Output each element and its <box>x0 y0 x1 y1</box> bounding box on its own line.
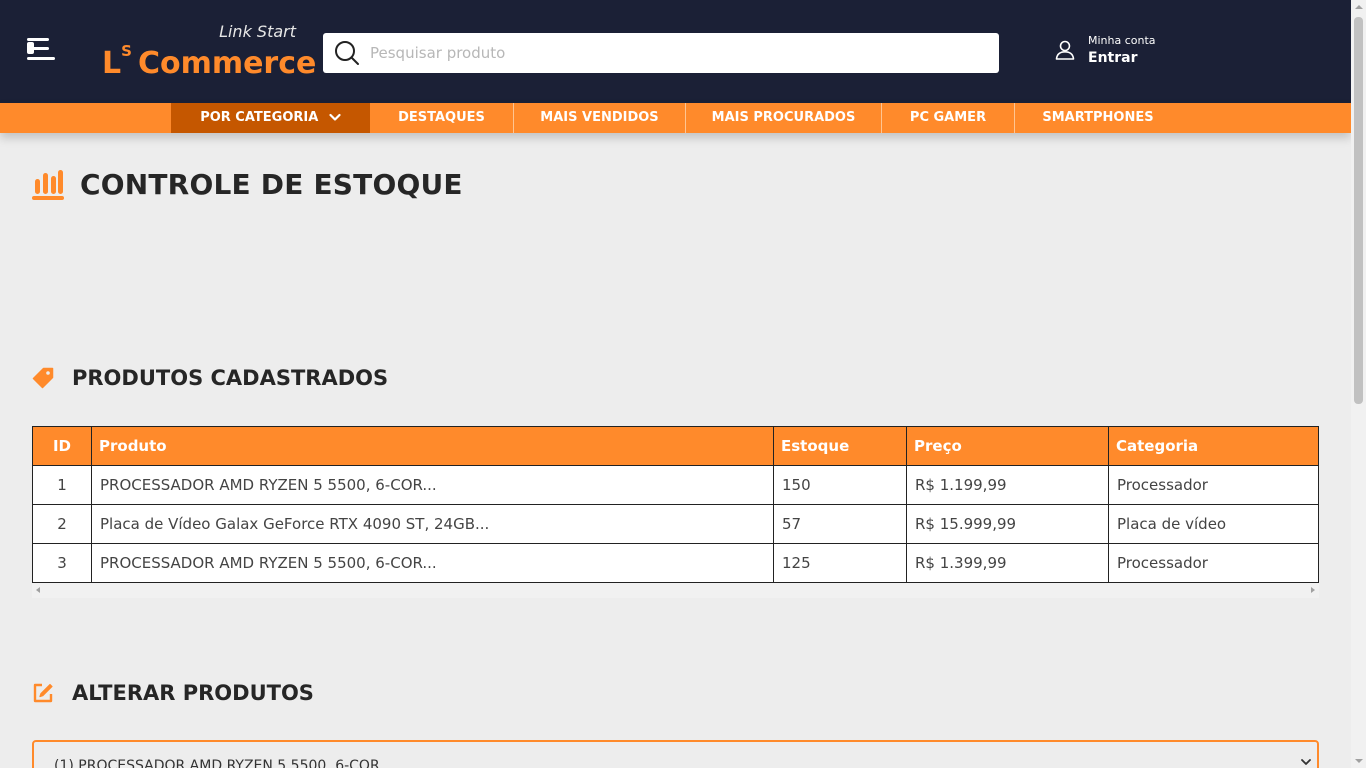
cell-produto: PROCESSADOR AMD RYZEN 5 5500, 6-COR... <box>91 543 774 583</box>
search-bar <box>323 33 999 73</box>
product-select[interactable]: (1) PROCESSADOR AMD RYZEN 5 5500, 6-COR.… <box>32 740 1319 768</box>
logo-sup: S <box>121 42 132 60</box>
cell-categoria: Placa de vídeo <box>1108 504 1319 544</box>
nav-item-destaques[interactable]: DESTAQUES <box>370 103 513 133</box>
nav-item-mais-vendidos[interactable]: MAIS VENDIDOS <box>514 103 685 133</box>
user-icon <box>1053 38 1077 62</box>
nav-item-mais-procurados[interactable]: MAIS PROCURADOS <box>686 103 881 133</box>
category-nav: POR CATEGORIA DESTAQUES MAIS VENDIDOS MA… <box>0 103 1351 133</box>
scroll-down-arrow-icon[interactable] <box>1355 759 1363 763</box>
page-heading: CONTROLE DE ESTOQUE <box>32 167 463 201</box>
products-heading: PRODUTOS CADASTRADOS <box>32 366 388 390</box>
account-label: Minha conta <box>1088 34 1156 47</box>
scroll-up-arrow-icon[interactable] <box>1355 5 1363 9</box>
tag-icon <box>32 367 54 389</box>
products-table: ID Produto Estoque Preço Categoria 1 PRO… <box>32 426 1319 583</box>
scrollbar-thumb[interactable] <box>1354 17 1363 404</box>
table-horizontal-scrollbar[interactable] <box>32 583 1319 598</box>
nav-item-smartphones[interactable]: SMARTPHONES <box>1015 103 1181 133</box>
table-header-row: ID Produto Estoque Preço Categoria <box>32 426 1319 466</box>
top-header: Link Start LS Commerce Minha conta Entrar <box>0 0 1351 103</box>
table-row[interactable]: 1 PROCESSADOR AMD RYZEN 5 5500, 6-COR...… <box>32 465 1319 505</box>
bar-chart-icon <box>32 170 64 200</box>
brand-name: LS Commerce <box>102 42 317 81</box>
scroll-left-arrow-icon[interactable] <box>36 587 40 593</box>
cell-preco: R$ 15.999,99 <box>906 504 1109 544</box>
scroll-right-arrow-icon[interactable] <box>1311 587 1315 593</box>
chevron-down-icon <box>1301 759 1311 765</box>
alter-heading: ALTERAR PRODUTOS <box>32 681 314 705</box>
chevron-down-icon <box>329 113 341 121</box>
col-header-id: ID <box>32 426 92 466</box>
search-icon[interactable] <box>327 33 367 73</box>
col-header-estoque: Estoque <box>773 426 907 466</box>
cell-categoria: Processador <box>1108 543 1319 583</box>
cell-estoque: 150 <box>773 465 907 505</box>
account-link[interactable]: Minha conta Entrar <box>1053 34 1156 66</box>
nav-item-pc-gamer[interactable]: PC GAMER <box>882 103 1014 133</box>
edit-icon <box>33 683 53 703</box>
cell-id: 3 <box>32 543 92 583</box>
brand-logo[interactable]: Link Start LS Commerce <box>100 20 316 82</box>
cell-estoque: 125 <box>773 543 907 583</box>
nav-category-dropdown[interactable]: POR CATEGORIA <box>171 103 370 133</box>
products-title: PRODUTOS CADASTRADOS <box>72 366 389 390</box>
logo-mark: L <box>102 46 122 81</box>
cell-id: 2 <box>32 504 92 544</box>
cell-estoque: 57 <box>773 504 907 544</box>
col-header-preco: Preço <box>906 426 1109 466</box>
page-vertical-scrollbar[interactable] <box>1351 0 1366 768</box>
table-row[interactable]: 2 Placa de Vídeo Galax GeForce RTX 4090 … <box>32 504 1319 544</box>
cell-produto: Placa de Vídeo Galax GeForce RTX 4090 ST… <box>91 504 774 544</box>
brand-tagline: Link Start <box>219 22 296 41</box>
col-header-categoria: Categoria <box>1108 426 1319 466</box>
search-input[interactable] <box>370 44 970 62</box>
cell-preco: R$ 1.399,99 <box>906 543 1109 583</box>
table-row[interactable]: 3 PROCESSADOR AMD RYZEN 5 5500, 6-COR...… <box>32 543 1319 583</box>
menu-icon[interactable] <box>27 38 57 64</box>
login-link[interactable]: Entrar <box>1088 50 1156 66</box>
col-header-produto: Produto <box>91 426 774 466</box>
product-select-value: (1) PROCESSADOR AMD RYZEN 5 5500, 6-COR.… <box>54 758 393 768</box>
alter-title: ALTERAR PRODUTOS <box>72 681 314 705</box>
logo-text: Commerce <box>137 46 317 81</box>
cell-produto: PROCESSADOR AMD RYZEN 5 5500, 6-COR... <box>91 465 774 505</box>
nav-category-label: POR CATEGORIA <box>200 110 319 125</box>
cell-categoria: Processador <box>1108 465 1319 505</box>
cell-preco: R$ 1.199,99 <box>906 465 1109 505</box>
page-title: CONTROLE DE ESTOQUE <box>80 167 463 201</box>
cell-id: 1 <box>32 465 92 505</box>
